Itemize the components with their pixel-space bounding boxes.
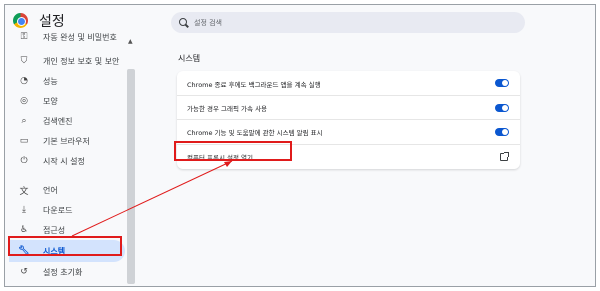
annotation-arrow [71,160,233,237]
arrow-line [71,160,233,237]
